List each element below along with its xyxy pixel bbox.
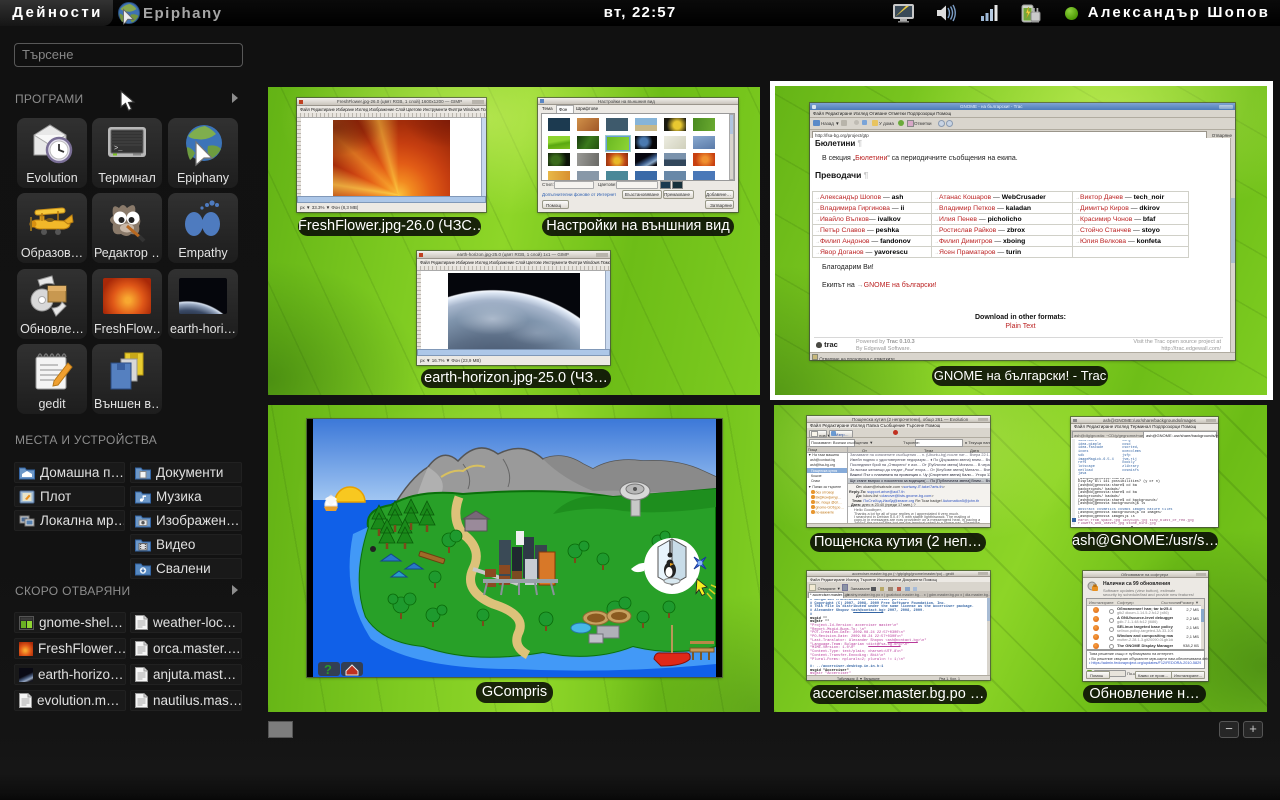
svg-text:?: ?: [324, 662, 332, 677]
svg-text:>_: >_: [114, 145, 123, 153]
